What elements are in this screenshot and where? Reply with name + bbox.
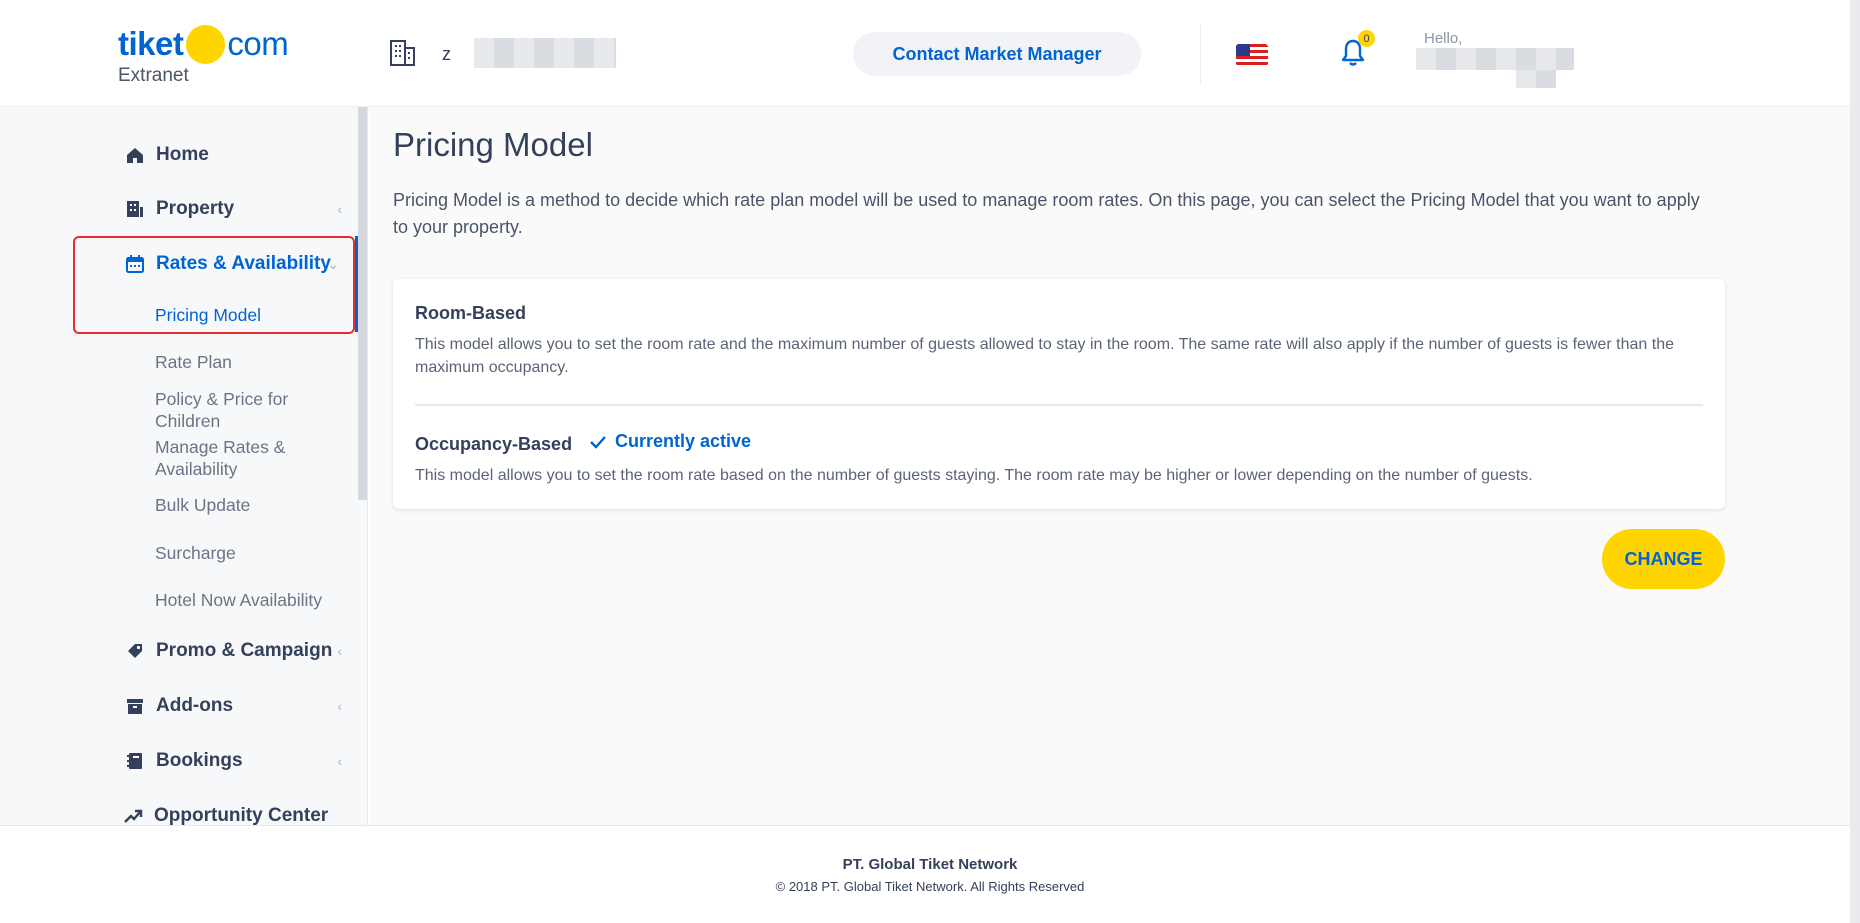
trending-up-icon (122, 805, 144, 827)
currently-active-tag: Currently active (589, 431, 751, 452)
sidebar-item-property[interactable]: Property ‹ (124, 194, 354, 224)
hotel-name[interactable]: z (442, 44, 451, 65)
change-button[interactable]: CHANGE (1602, 529, 1725, 589)
logo-subtitle: Extranet (118, 65, 189, 86)
sidebar-item-label: Property (156, 198, 235, 219)
us-flag-language-icon[interactable] (1236, 44, 1268, 66)
footer-copyright: © 2018 PT. Global Tiket Network. All Rig… (775, 879, 1085, 894)
occupancy-based-description: This model allows you to set the room ra… (415, 467, 1533, 484)
logo-text-com: com (227, 25, 289, 62)
logo-dot (186, 24, 226, 64)
sidebar-item-label: Home (156, 144, 209, 165)
sidebar-subitem-rate-plan[interactable]: Rate Plan (155, 351, 330, 373)
sidebar-subitem-hotel-now-availability[interactable]: Hotel Now Availability (155, 589, 330, 611)
chevron-down-icon: ⌄ (327, 255, 339, 272)
chevron-left-icon: ‹ (337, 753, 342, 769)
sidebar-subitem-surcharge[interactable]: Surcharge (155, 542, 330, 564)
currently-active-label: Currently active (615, 431, 752, 451)
redacted-hotel-name (474, 38, 616, 68)
sidebar-item-label: Bookings (156, 750, 243, 771)
chevron-left-icon: ‹ (337, 643, 342, 659)
redacted-user-name (1416, 48, 1574, 70)
sidebar-subitem-policy-price-children[interactable]: Policy & Price for Children (155, 388, 330, 432)
logo-text-tiket: tiket (118, 25, 184, 62)
book-icon (124, 750, 146, 772)
room-based-description: This model allows you to set the room ra… (415, 336, 1674, 376)
calendar-icon (124, 253, 146, 275)
user-greeting[interactable]: Hello, (1424, 30, 1462, 47)
tag-icon (124, 640, 146, 662)
chevron-left-icon: ‹ (337, 201, 342, 217)
check-icon (590, 435, 606, 449)
header-divider (1200, 25, 1201, 85)
footer-company: PT. Global Tiket Network (842, 856, 1018, 873)
sidebar-subitem-pricing-model[interactable]: Pricing Model (155, 304, 330, 326)
hotel-building-icon (390, 40, 415, 66)
home-icon (124, 144, 146, 166)
occupancy-based-title: Occupancy-Based (415, 434, 573, 454)
room-based-title: Room-Based (415, 303, 527, 323)
sidebar-item-label: Promo & Campaign (156, 640, 333, 661)
sidebar-subitem-manage-rates[interactable]: Manage Rates & Availability (155, 436, 330, 480)
sidebar-item-bookings[interactable]: Bookings ‹ (124, 746, 354, 776)
sidebar-subitem-bulk-update[interactable]: Bulk Update (155, 494, 330, 516)
top-header: tiket com Extranet z Contact Market Mana… (0, 0, 1850, 107)
sidebar-scrollbar[interactable] (358, 107, 367, 500)
page-title: Pricing Model (393, 126, 593, 163)
page-description: Pricing Model is a method to decide whic… (393, 190, 1700, 237)
property-building-icon (124, 198, 146, 220)
pricing-model-card: Room-Based This model allows you to set … (393, 279, 1725, 509)
sidebar-item-addons[interactable]: Add-ons ‹ (124, 691, 354, 721)
notification-count-badge: 0 (1358, 30, 1375, 47)
sidebar-item-promo-campaign[interactable]: Promo & Campaign ‹ (124, 636, 354, 666)
active-indicator-bar (355, 236, 358, 332)
sidebar-item-label: Opportunity Center (154, 805, 329, 826)
tiket-logo[interactable]: tiket com Extranet (118, 22, 308, 92)
card-divider (415, 404, 1703, 406)
redacted-user-name-2 (1516, 70, 1556, 88)
box-icon (124, 695, 146, 717)
sidebar-item-label: Add-ons (156, 695, 234, 716)
sidebar-item-label: Rates & Availability (156, 253, 331, 274)
sidebar-item-rates-availability[interactable]: Rates & Availability ⌄ (124, 249, 354, 279)
footer: PT. Global Tiket Network © 2018 PT. Glob… (0, 825, 1850, 923)
window-right-edge (1850, 0, 1860, 923)
contact-market-manager-button[interactable]: Contact Market Manager (853, 32, 1141, 76)
sidebar-item-home[interactable]: Home (124, 140, 354, 170)
chevron-left-icon: ‹ (337, 698, 342, 714)
